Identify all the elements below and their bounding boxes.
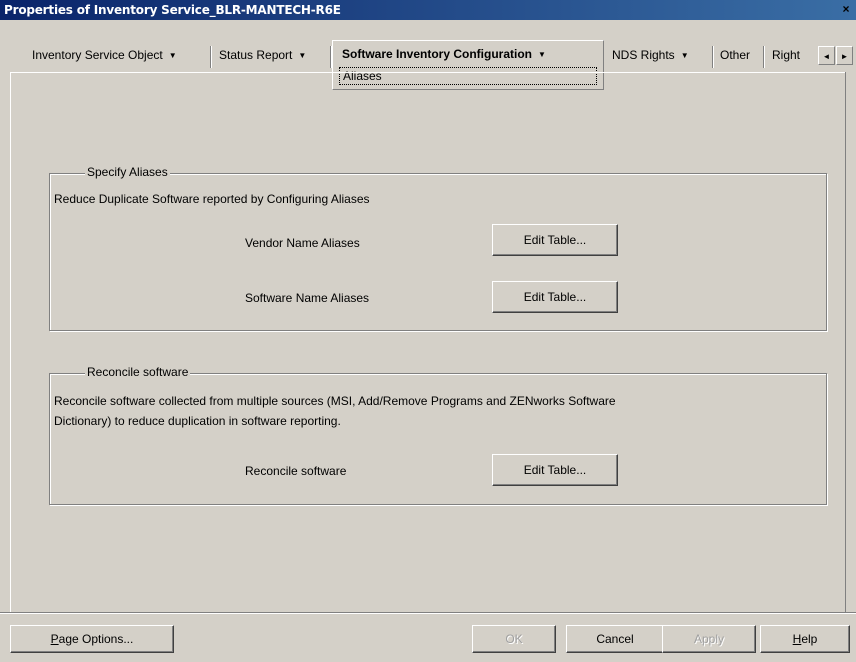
reconcile-software-edit-button[interactable]: Edit Table...	[492, 454, 618, 486]
vendor-name-aliases-edit-button[interactable]: Edit Table...	[492, 224, 618, 256]
reconcile-description-line1: Reconcile software collected from multip…	[54, 394, 616, 408]
tab-status-report[interactable]: Status Report ▼	[213, 44, 306, 66]
panel-border	[10, 72, 846, 73]
panel-border	[845, 72, 846, 612]
chevron-down-icon: ▼	[298, 51, 307, 60]
scroll-left-icon[interactable]: ◄	[818, 46, 835, 65]
tab-divider	[210, 46, 212, 68]
tab-software-inventory-configuration[interactable]: Software Inventory Configuration ▼ Aliase…	[332, 40, 604, 90]
tab-rights[interactable]: Right	[766, 44, 812, 66]
specify-aliases-description: Reduce Duplicate Software reported by Co…	[54, 192, 370, 206]
tab-label: Inventory Service Object	[32, 48, 163, 62]
help-button[interactable]: Help	[760, 625, 850, 653]
scroll-right-icon[interactable]: ►	[836, 46, 853, 65]
specify-aliases-title: Specify Aliases	[85, 165, 170, 179]
window-title: Properties of Inventory Service_BLR-MANT…	[4, 3, 341, 17]
tab-label: NDS Rights	[612, 48, 675, 62]
tab-scroll-buttons: ◄ ►	[818, 46, 854, 66]
tab-other[interactable]: Other	[714, 44, 750, 66]
tab-divider	[763, 46, 765, 68]
reconcile-software-title: Reconcile software	[85, 365, 191, 379]
apply-button[interactable]: Apply	[662, 625, 756, 653]
tab-label: Right	[772, 48, 801, 62]
reconcile-description-line2: Dictionary) to reduce duplication in sof…	[54, 414, 341, 428]
title-bar: Properties of Inventory Service_BLR-MANT…	[0, 0, 856, 20]
close-icon[interactable]: ×	[839, 2, 853, 17]
software-name-aliases-edit-button[interactable]: Edit Table...	[492, 281, 618, 313]
tab-label: Other	[720, 48, 751, 62]
panel-border	[10, 72, 11, 612]
cancel-button[interactable]: Cancel	[566, 625, 664, 653]
page-options-button[interactable]: Page Options...	[10, 625, 174, 653]
tab-label: Status Report	[219, 48, 293, 62]
software-name-aliases-label: Software Name Aliases	[245, 291, 370, 305]
subtab-aliases[interactable]: Aliases	[339, 67, 597, 85]
tab-inventory-service-object[interactable]: Inventory Service Object ▼	[26, 44, 177, 66]
tab-nds-rights[interactable]: NDS Rights ▼	[606, 44, 689, 66]
chevron-down-icon: ▼	[168, 51, 177, 60]
chevron-down-icon: ▼	[680, 51, 689, 60]
footer-divider	[0, 613, 856, 614]
chevron-down-icon: ▼	[538, 50, 546, 59]
tab-label: Software Inventory Configuration ▼	[342, 47, 546, 61]
reconcile-software-label: Reconcile software	[245, 464, 347, 478]
ok-button[interactable]: OK	[472, 625, 556, 653]
vendor-name-aliases-label: Vendor Name Aliases	[245, 236, 360, 250]
